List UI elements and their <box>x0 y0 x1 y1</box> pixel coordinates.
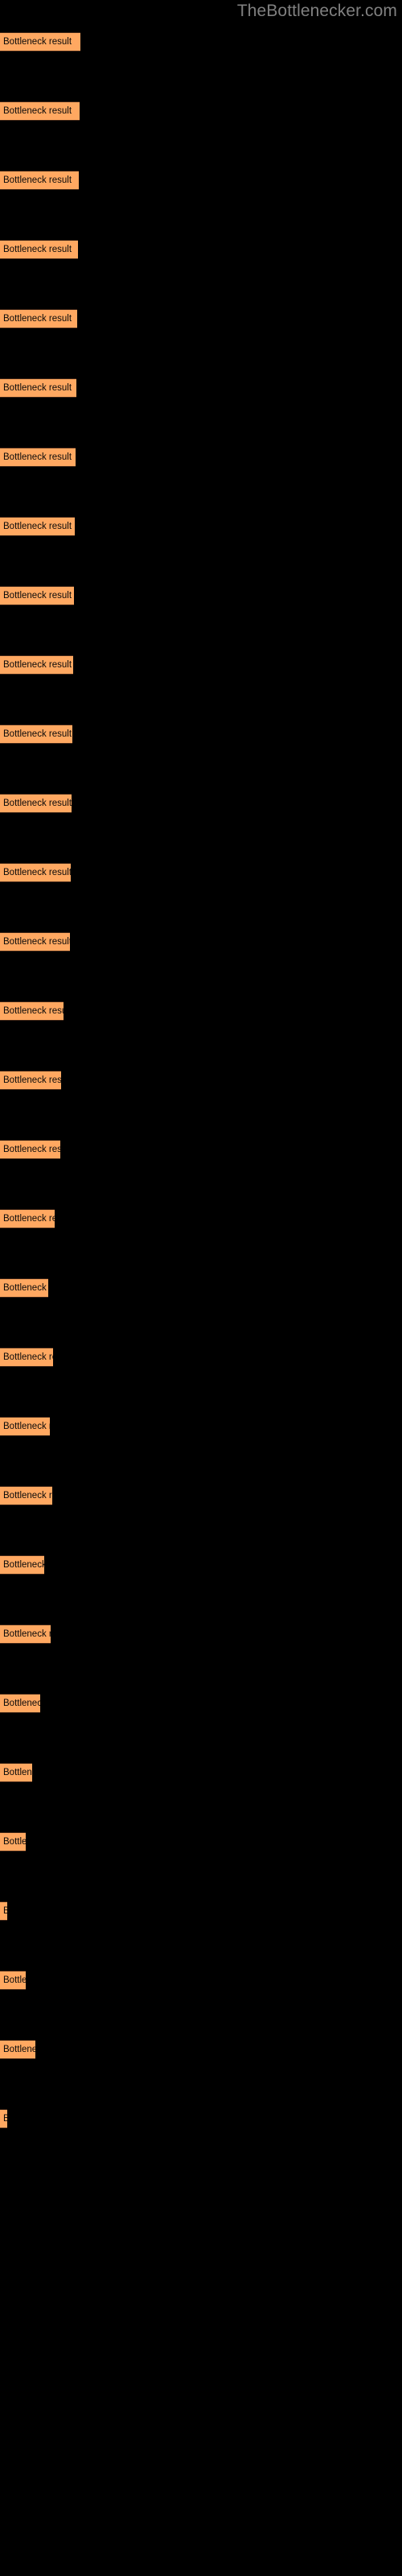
bar-row: Bottleneck result <box>0 1971 26 1990</box>
bar-label: Bottleneck result <box>3 175 72 185</box>
bar-row: Bottleneck result <box>0 1624 51 1644</box>
bar-label: Bottleneck result <box>3 1491 52 1501</box>
bar-row: Bottleneck result <box>0 1209 55 1228</box>
bar-bottleneck-result: Bottleneck result <box>0 586 74 605</box>
bar-row: Bottleneck result <box>0 1071 61 1090</box>
bar-label: Bottleneck result <box>3 1902 7 1920</box>
bar-row: Bottleneck result <box>0 655 73 675</box>
bar-label: Bottleneck result <box>3 1422 50 1431</box>
bar-bottleneck-result: Bottleneck result <box>0 863 71 882</box>
bar-label: Bottleneck result <box>3 591 72 601</box>
bar-label: Bottleneck result <box>3 729 72 739</box>
bar-bottleneck-result: Bottleneck result <box>0 448 76 467</box>
bar-bottleneck-result: Bottleneck result <box>0 932 70 952</box>
bar-bottleneck-result: Bottleneck result <box>0 1001 64 1021</box>
bar-row: Bottleneck result <box>0 863 71 882</box>
bar-bottleneck-result: Bottleneck result <box>0 1486 52 1505</box>
bar-row: Bottleneck result <box>0 101 80 121</box>
bar-bottleneck-result: Bottleneck result <box>0 1832 26 1852</box>
bar-bottleneck-result: Bottleneck result <box>0 1417 50 1436</box>
bar-row: Bottleneck result <box>0 2109 7 2128</box>
bar-row: Bottleneck result <box>0 32 80 52</box>
bar-row: Bottleneck result <box>0 1486 52 1505</box>
bar-bottleneck-result: Bottleneck result <box>0 1278 48 1298</box>
bar-bottleneck-result: Bottleneck result <box>0 2040 35 2059</box>
bar-label: Bottleneck result <box>3 37 72 47</box>
bar-row: Bottleneck result <box>0 1832 26 1852</box>
bar-row: Bottleneck result <box>0 794 72 813</box>
bar-bottleneck-result: Bottleneck result <box>0 2109 7 2128</box>
bar-bottleneck-result: Bottleneck result <box>0 655 73 675</box>
bar-row: Bottleneck result <box>0 1555 44 1575</box>
bar-bottleneck-result: Bottleneck result <box>0 1901 7 1921</box>
bar-label: Bottleneck result <box>3 2045 35 2054</box>
bar-row: Bottleneck result <box>0 2040 35 2059</box>
bar-label: Bottleneck result <box>3 245 72 254</box>
bar-row: Bottleneck result <box>0 1278 48 1298</box>
bar-label: Bottleneck result <box>3 1837 26 1847</box>
bar-label: Bottleneck result <box>3 314 72 324</box>
bar-row: Bottleneck result <box>0 1001 64 1021</box>
bar-bottleneck-result: Bottleneck result <box>0 101 80 121</box>
bar-label: Bottleneck result <box>3 660 72 670</box>
bar-label: Bottleneck result <box>3 1560 44 1570</box>
bar-bottleneck-result: Bottleneck result <box>0 309 77 328</box>
bar-label: Bottleneck result <box>3 1006 64 1016</box>
bar-label: Bottleneck result <box>3 1214 55 1224</box>
bar-label: Bottleneck result <box>3 1283 48 1293</box>
bar-row: Bottleneck result <box>0 1348 53 1367</box>
bar-bottleneck-result: Bottleneck result <box>0 32 80 52</box>
bar-label: Bottleneck result <box>3 1629 51 1639</box>
bar-label: Bottleneck result <box>3 799 72 808</box>
bar-bottleneck-result: Bottleneck result <box>0 1348 53 1367</box>
bar-label: Bottleneck result <box>3 868 71 877</box>
bar-label: Bottleneck result <box>3 2110 7 2128</box>
bar-label: Bottleneck result <box>3 1768 32 1777</box>
bar-bottleneck-result: Bottleneck result <box>0 794 72 813</box>
bar-row: Bottleneck result <box>0 378 76 398</box>
bar-label: Bottleneck result <box>3 383 72 393</box>
bar-bottleneck-result: Bottleneck result <box>0 1971 26 1990</box>
bar-bottleneck-result: Bottleneck result <box>0 1140 60 1159</box>
bar-row: Bottleneck result <box>0 1901 7 1921</box>
bar-bottleneck-result: Bottleneck result <box>0 724 72 744</box>
bar-bottleneck-result: Bottleneck result <box>0 517 75 536</box>
bar-row: Bottleneck result <box>0 1140 60 1159</box>
bar-row: Bottleneck result <box>0 240 78 259</box>
bar-row: Bottleneck result <box>0 171 79 190</box>
bar-bottleneck-result: Bottleneck result <box>0 1071 61 1090</box>
bar-bottleneck-result: Bottleneck result <box>0 1209 55 1228</box>
bar-label: Bottleneck result <box>3 452 72 462</box>
bar-row: Bottleneck result <box>0 1417 50 1436</box>
bar-label: Bottleneck result <box>3 1975 26 1985</box>
bar-row: Bottleneck result <box>0 309 77 328</box>
bar-bottleneck-result: Bottleneck result <box>0 240 78 259</box>
bar-label: Bottleneck result <box>3 522 72 531</box>
bar-row: Bottleneck result <box>0 932 70 952</box>
bottleneck-bar-chart: Bottleneck result Bottleneck result Bottle… <box>0 0 402 2576</box>
bar-row: Bottleneck result <box>0 448 76 467</box>
bar-row: Bottleneck result <box>0 1694 40 1713</box>
bar-bottleneck-result: Bottleneck result <box>0 378 76 398</box>
bar-label: Bottleneck result <box>3 1699 40 1708</box>
bar-bottleneck-result: Bottleneck result <box>0 1694 40 1713</box>
bar-label: Bottleneck result <box>3 937 70 947</box>
bar-row: Bottleneck result <box>0 1763 32 1782</box>
bar-bottleneck-result: Bottleneck result <box>0 1624 51 1644</box>
bar-label: Bottleneck result <box>3 1352 53 1362</box>
bar-row: Bottleneck result <box>0 724 72 744</box>
bar-label: Bottleneck result <box>3 1075 61 1085</box>
bar-row: Bottleneck result <box>0 586 74 605</box>
bar-label: Bottleneck result <box>3 106 72 116</box>
bar-bottleneck-result: Bottleneck result <box>0 1763 32 1782</box>
bar-label: Bottleneck result <box>3 1145 60 1154</box>
bar-bottleneck-result: Bottleneck result <box>0 1555 44 1575</box>
bar-bottleneck-result: Bottleneck result <box>0 171 79 190</box>
bar-row: Bottleneck result <box>0 517 75 536</box>
